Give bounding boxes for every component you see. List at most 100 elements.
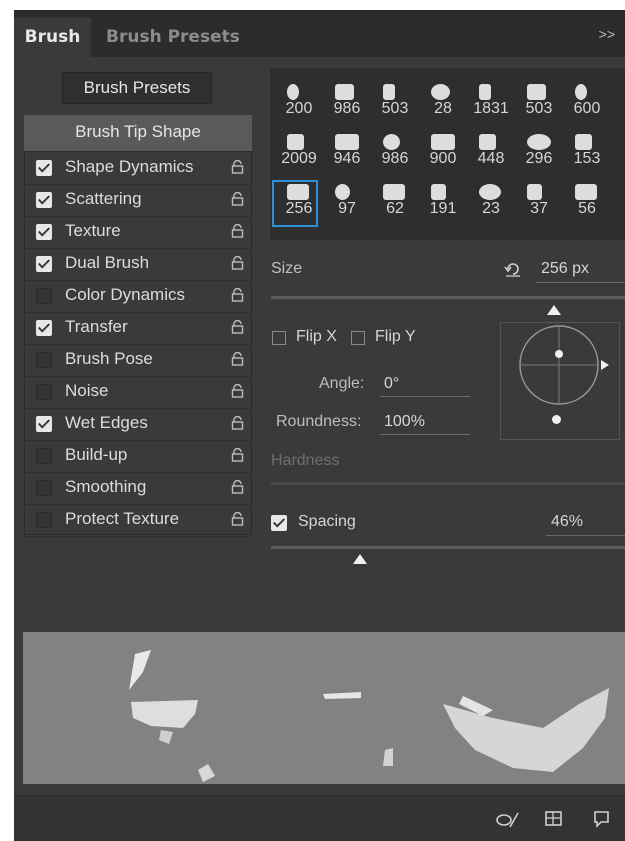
hardness-slider-track [271, 482, 625, 485]
flip-y-checkbox[interactable] [351, 331, 365, 345]
size-label: Size [271, 260, 303, 277]
lock-icon[interactable] [231, 256, 244, 270]
brush-tip-cell[interactable]: 97 [322, 176, 368, 228]
brush-tip-thumbnail [383, 134, 400, 150]
flip-x-checkbox[interactable] [272, 331, 286, 345]
brush-tip-cell[interactable]: 56 [562, 176, 608, 228]
brush-tip-cell[interactable]: 23 [466, 176, 512, 228]
brush-tip-size: 600 [573, 100, 601, 117]
brush-tip-cell[interactable]: 900 [418, 126, 464, 178]
lock-icon[interactable] [231, 320, 244, 334]
lock-icon[interactable] [231, 352, 244, 366]
angle-value-field[interactable]: 0° [384, 375, 399, 393]
option-checkbox[interactable] [36, 416, 52, 432]
brush-tip-cell[interactable]: 448 [466, 126, 512, 178]
panel-menu-icon[interactable]: >> [599, 26, 615, 42]
brush-tip-cell[interactable]: 1831 [466, 76, 512, 128]
lock-icon[interactable] [231, 288, 244, 302]
lock-icon[interactable] [231, 512, 244, 526]
brush-option-shape-dynamics[interactable]: Shape Dynamics [25, 152, 251, 185]
brush-tip-size: 56 [578, 200, 596, 217]
brush-option-dual-brush[interactable]: Dual Brush [25, 248, 251, 281]
dial-roundness-handle[interactable] [552, 415, 561, 424]
brush-tip-thumbnail [575, 84, 587, 100]
toggle-preview-icon[interactable] [494, 809, 520, 829]
brush-tip-cell[interactable]: 28 [418, 76, 464, 128]
brush-tip-cell[interactable]: 296 [514, 126, 560, 178]
option-checkbox[interactable] [36, 288, 52, 304]
option-checkbox[interactable] [36, 192, 52, 208]
lock-icon[interactable] [231, 192, 244, 206]
brush-panel-grid-icon[interactable] [544, 809, 564, 829]
brush-tip-cell[interactable]: 153 [562, 126, 608, 178]
option-label: Scattering [65, 189, 142, 208]
brush-tip-cell[interactable]: 37 [514, 176, 560, 228]
option-checkbox[interactable] [36, 448, 52, 464]
brush-tip-size: 200 [285, 100, 313, 117]
spacing-value-field[interactable]: 46% [551, 513, 583, 531]
brush-tip-thumbnail [575, 134, 592, 150]
brush-tip-cell[interactable]: 986 [322, 76, 368, 128]
reset-size-icon[interactable] [504, 260, 522, 278]
option-checkbox[interactable] [36, 224, 52, 240]
brush-option-color-dynamics[interactable]: Color Dynamics [25, 280, 251, 313]
brush-tip-cell[interactable]: 600 [562, 76, 608, 128]
brush-tip-cell[interactable]: 191 [418, 176, 464, 228]
brush-option-protect-texture[interactable]: Protect Texture [25, 504, 251, 537]
brush-option-scattering[interactable]: Scattering [25, 184, 251, 217]
brush-tip-size: 1831 [473, 100, 509, 117]
option-checkbox[interactable] [36, 480, 52, 496]
brush-tip-thumbnail [287, 84, 299, 100]
size-value-field[interactable]: 256 px [541, 260, 589, 278]
brush-option-transfer[interactable]: Transfer [25, 312, 251, 345]
brush-tip-thumbnail [527, 134, 551, 150]
brush-tip-cell[interactable]: 200 [274, 76, 320, 128]
brush-tip-cell[interactable]: 986 [370, 126, 416, 178]
brush-tip-cell[interactable]: 2009 [274, 126, 320, 178]
new-brush-icon[interactable] [592, 809, 612, 829]
brush-tip-cell[interactable]: 503 [514, 76, 560, 128]
tab-brush[interactable]: Brush [14, 18, 91, 57]
size-slider-track[interactable] [271, 296, 625, 299]
lock-icon[interactable] [231, 480, 244, 494]
lock-icon[interactable] [231, 224, 244, 238]
option-checkbox[interactable] [36, 384, 52, 400]
brush-tip-size: 2009 [281, 150, 317, 167]
size-slider-knob[interactable] [547, 305, 562, 315]
brush-tip-size: 503 [525, 100, 553, 117]
option-label: Transfer [65, 317, 128, 336]
lock-icon[interactable] [231, 448, 244, 462]
brush-presets-button[interactable]: Brush Presets [62, 72, 212, 104]
lock-icon[interactable] [231, 416, 244, 430]
option-checkbox[interactable] [36, 352, 52, 368]
spacing-checkbox[interactable] [271, 515, 287, 531]
brush-tip-thumbnail [479, 134, 496, 150]
flip-x-label: Flip X [296, 328, 337, 345]
brush-tip-thumbnail [335, 84, 354, 100]
brush-tip-cell[interactable]: 62 [370, 176, 416, 228]
brush-option-texture[interactable]: Texture [25, 216, 251, 249]
brush-tip-cell[interactable]: 946 [322, 126, 368, 178]
brush-option-noise[interactable]: Noise [25, 376, 251, 409]
lock-icon[interactable] [231, 384, 244, 398]
brush-tip-size: 900 [429, 150, 457, 167]
option-checkbox[interactable] [36, 256, 52, 272]
brush-option-brush-pose[interactable]: Brush Pose [25, 344, 251, 377]
brush-tip-thumbnail [335, 184, 350, 200]
brush-tip-shape-item[interactable]: Brush Tip Shape [24, 115, 252, 151]
option-checkbox[interactable] [36, 160, 52, 176]
option-checkbox[interactable] [36, 320, 52, 336]
brush-options-list: Shape Dynamics Scattering Texture Dual Brus… [24, 151, 252, 537]
brush-tip-cell[interactable]: 503 [370, 76, 416, 128]
brush-option-wet-edges[interactable]: Wet Edges [25, 408, 251, 441]
roundness-field-underline [380, 434, 470, 435]
tab-brush-presets[interactable]: Brush Presets [94, 18, 240, 57]
option-checkbox[interactable] [36, 512, 52, 528]
brush-option-build-up[interactable]: Build-up [25, 440, 251, 473]
brush-option-smoothing[interactable]: Smoothing [25, 472, 251, 505]
roundness-value-field[interactable]: 100% [384, 413, 425, 431]
brush-tip-grid[interactable]: 200 986 503 28 1831 503 600 2009 946 986 900 448 296… [270, 68, 625, 240]
spacing-slider-knob[interactable] [352, 554, 367, 564]
lock-icon[interactable] [231, 160, 244, 174]
spacing-slider-track[interactable] [271, 546, 625, 549]
